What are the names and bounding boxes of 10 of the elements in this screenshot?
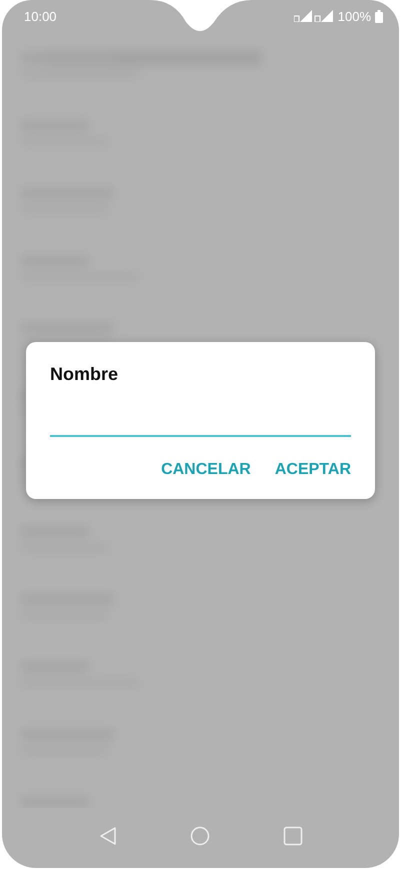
recents-icon[interactable] <box>282 826 302 846</box>
dialog-title: Nombre <box>50 364 120 385</box>
clock: 10:00 <box>24 8 58 24</box>
signal-icon <box>294 10 334 22</box>
cancel-button[interactable]: CANCELAR <box>147 455 251 485</box>
accept-button[interactable]: ACEPTAR <box>260 455 351 485</box>
battery-percent: 100% <box>338 8 371 24</box>
home-icon[interactable] <box>190 826 210 846</box>
back-icon[interactable] <box>98 826 116 846</box>
battery-icon <box>375 10 383 22</box>
